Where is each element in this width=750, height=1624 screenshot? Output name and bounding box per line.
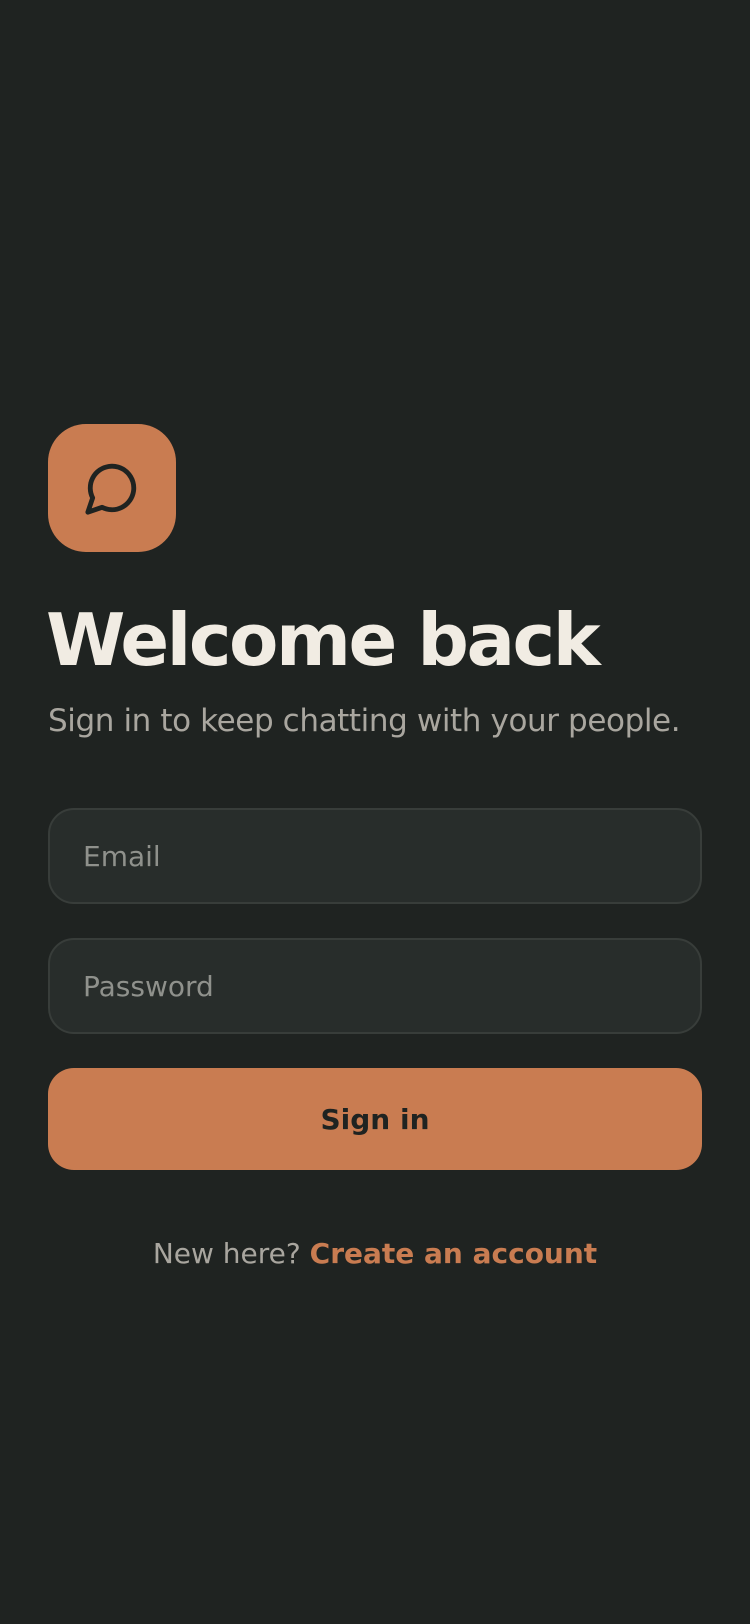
sign-up-prompt-text: New here? [152, 1237, 310, 1270]
password-field[interactable] [48, 938, 702, 1034]
sign-in-screen: Welcome back Sign in to keep chatting wi… [0, 0, 750, 1624]
page-subtitle: Sign in to keep chatting with your peopl… [48, 703, 681, 739]
chat-bubble-icon [85, 463, 137, 515]
sign-in-button[interactable]: Sign in [48, 1068, 702, 1170]
sign-up-prompt: New here? Create an account [0, 1232, 750, 1276]
create-account-link[interactable]: Create an account [310, 1237, 598, 1270]
page-title: Welcome back [46, 598, 601, 682]
app-logo [48, 424, 176, 552]
email-field[interactable] [48, 808, 702, 904]
